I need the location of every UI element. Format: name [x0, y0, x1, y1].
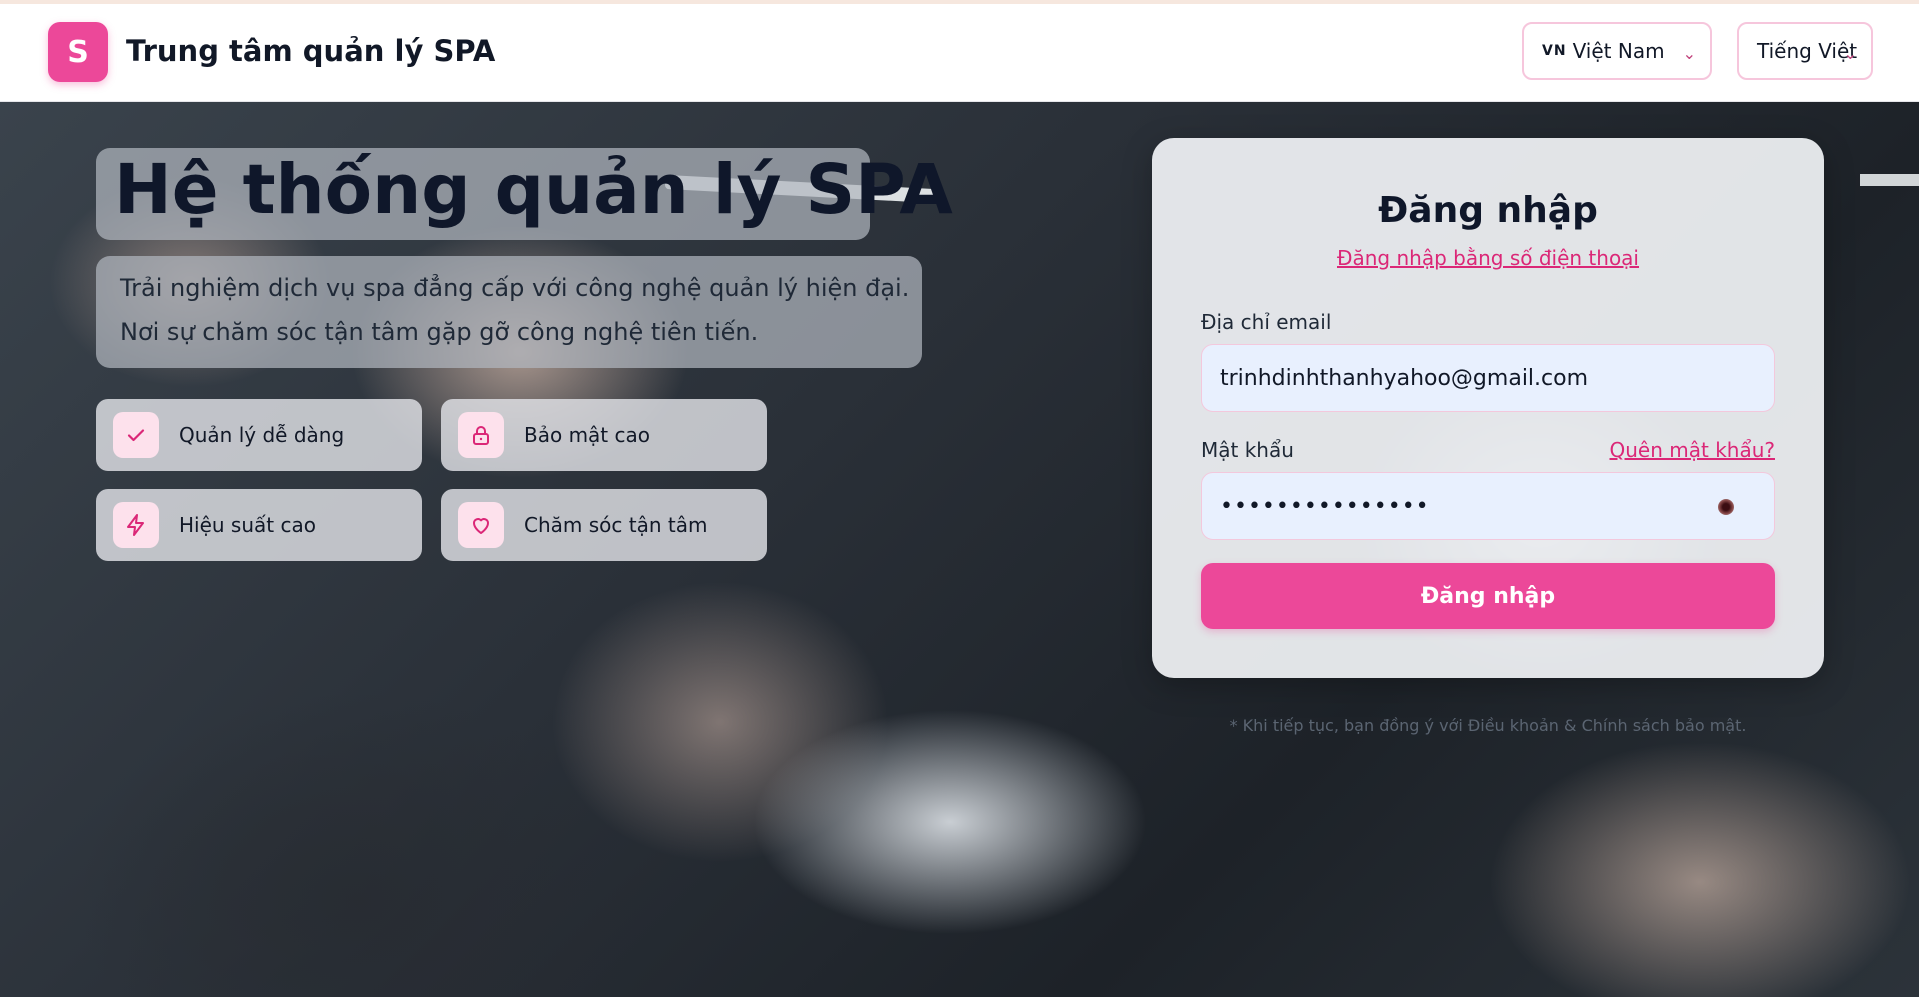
hero-subtitle-line: Trải nghiệm dịch vụ spa đẳng cấp với côn…	[120, 274, 910, 302]
heart-icon	[458, 502, 504, 548]
language-select-value: Tiếng Việt	[1757, 39, 1858, 63]
email-label: Địa chỉ email	[1201, 310, 1332, 334]
login-card: Đăng nhập Đăng nhập bằng số điện thoại Đ…	[1152, 138, 1824, 678]
lock-icon	[458, 412, 504, 458]
flag-icon: VN	[1542, 43, 1567, 59]
login-button[interactable]: Đăng nhập	[1201, 563, 1775, 629]
background-illustration	[1860, 174, 1919, 186]
hero-subtitle-backdrop	[96, 256, 922, 368]
feature-label: Hiệu suất cao	[179, 513, 316, 537]
check-icon	[113, 412, 159, 458]
feature-card-easy-management: Quản lý dễ dàng	[96, 399, 422, 471]
lightning-icon	[113, 502, 159, 548]
hero-title: Hệ thống quản lý SPA	[114, 150, 953, 230]
brand-logo[interactable]: S	[48, 22, 108, 82]
phone-login-link[interactable]: Đăng nhập bằng số điện thoại	[1152, 246, 1824, 270]
country-select-value: Việt Nam	[1572, 39, 1665, 63]
feature-label: Quản lý dễ dàng	[179, 423, 345, 447]
brand-name: Trung tâm quản lý SPA	[126, 34, 496, 68]
feature-card-security: Bảo mật cao	[441, 399, 767, 471]
feature-label: Bảo mật cao	[524, 423, 650, 447]
password-label: Mật khẩu	[1201, 438, 1294, 462]
chevron-down-icon: ⌄	[1682, 44, 1696, 63]
hero-subtitle-line: Nơi sự chăm sóc tận tâm gặp gỡ công nghệ…	[120, 318, 759, 346]
feature-label: Chăm sóc tận tâm	[524, 513, 708, 537]
password-value: •••••••••••••••	[1220, 493, 1430, 519]
country-select[interactable]: VN Việt Nam ⌄	[1522, 22, 1712, 80]
login-title: Đăng nhập	[1378, 190, 1598, 231]
forgot-password-link[interactable]: Quên mật khẩu?	[1610, 438, 1776, 462]
show-password-icon[interactable]	[1718, 499, 1734, 515]
top-header: S Trung tâm quản lý SPA VN Việt Nam ⌄ Ti…	[0, 4, 1919, 102]
chevron-down-icon: ⌄	[1843, 44, 1857, 63]
feature-card-care: Chăm sóc tận tâm	[441, 489, 767, 561]
feature-card-performance: Hiệu suất cao	[96, 489, 422, 561]
email-field[interactable]: trinhdinhthanhyahoo@gmail.com	[1201, 344, 1775, 412]
terms-notice: * Khi tiếp tục, bạn đồng ý với Điều khoả…	[1229, 716, 1747, 735]
password-field[interactable]: •••••••••••••••	[1201, 472, 1775, 540]
language-select[interactable]: Tiếng Việt ⌄	[1737, 22, 1873, 80]
